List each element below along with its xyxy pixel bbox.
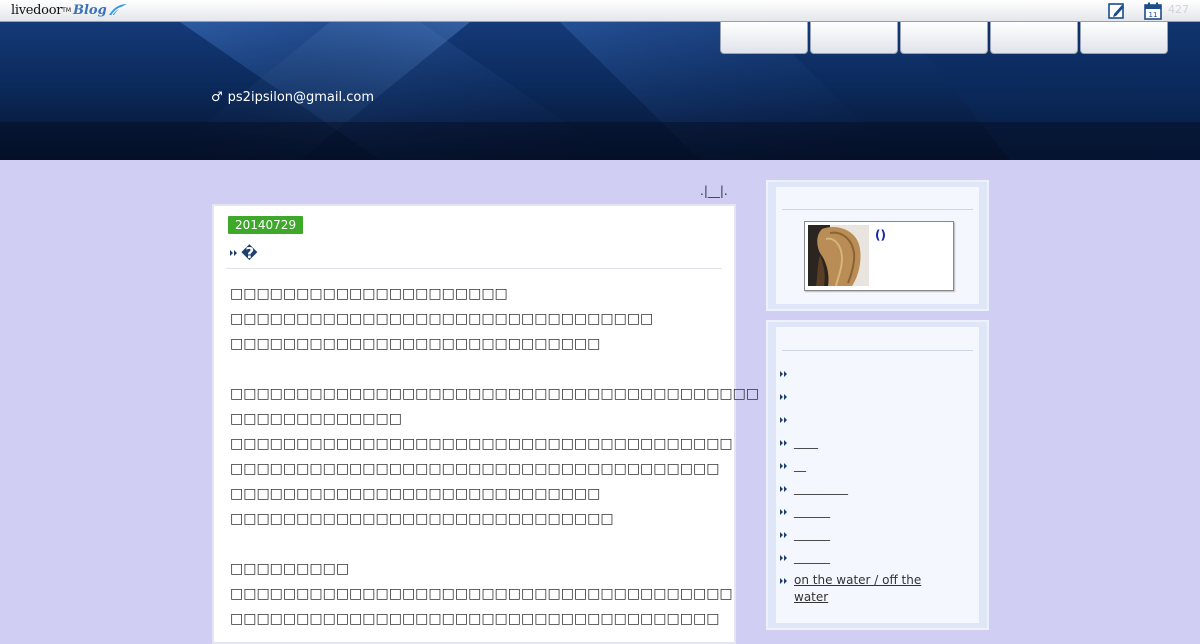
- list-item: ______: [780, 549, 1020, 572]
- sidebar-profile-inner: (): [776, 187, 979, 304]
- blog-header: ♂ ps2ipsilon@gmail.com: [0, 22, 1200, 160]
- nav-tab-4[interactable]: [990, 22, 1078, 54]
- list-item: [780, 388, 1020, 411]
- category-list: ____ __ _________ ______ ______ ______ o…: [780, 365, 1020, 612]
- author-email[interactable]: ps2ipsilon@gmail.com: [228, 90, 374, 105]
- sidebar-divider: [782, 209, 973, 210]
- logo-trademark: TM: [62, 6, 71, 14]
- category-link[interactable]: ______: [794, 503, 830, 520]
- double-chevron-icon: [780, 486, 787, 492]
- author-contact: ♂ ps2ipsilon@gmail.com: [211, 90, 374, 105]
- sidebar-categories-box: ____ __ _________ ______ ______ ______ o…: [766, 320, 989, 630]
- avatar-photo: [808, 225, 869, 286]
- double-chevron-icon: [780, 417, 787, 423]
- double-chevron-icon: [780, 371, 787, 377]
- post-body: □□□□□□□□□□□□□□□□□□□□□ □□□□□□□□□□□□□□□□□□…: [230, 282, 760, 632]
- post-body-line: □□□□□□□□□□□□□□□□□□□□□□□□□□□□□: [230, 511, 614, 527]
- list-item: _________: [780, 480, 1020, 503]
- post-body-line: □□□□□□□□□□□□□□□□□□□□□: [230, 286, 508, 302]
- logo-livedoor-text: livedoor: [11, 2, 63, 18]
- calendar-icon[interactable]: 11: [1144, 2, 1162, 20]
- double-chevron-icon: [230, 250, 237, 256]
- category-link[interactable]: __: [794, 457, 806, 474]
- category-link[interactable]: ____: [794, 434, 818, 451]
- double-chevron-icon: [780, 555, 787, 561]
- global-nav-tabs: [720, 22, 1170, 54]
- category-link[interactable]: ______: [794, 549, 830, 566]
- sidebar-profile-box: (): [766, 180, 989, 311]
- post-title-text: �: [241, 244, 258, 262]
- category-link[interactable]: on the water / off the water: [794, 572, 944, 606]
- post-body-line: □□□□□□□□□□□□□: [230, 411, 402, 427]
- post-body-line: □□□□□□□□□□□□□□□□□□□□□□□□□□□□□□□□: [230, 311, 654, 327]
- double-chevron-icon: [780, 394, 787, 400]
- sidebar-divider: [782, 350, 973, 351]
- nav-tab-3[interactable]: [900, 22, 988, 54]
- post-body-line: □□□□□□□□□□□□□□□□□□□□□□□□□□□□□□□□□□□□□□: [230, 586, 733, 602]
- nav-tab-2[interactable]: [810, 22, 898, 54]
- post-body-line: □□□□□□□□□□□□□□□□□□□□□□□□□□□□: [230, 486, 601, 502]
- list-item: [780, 365, 1020, 388]
- blog-post: 20140729 � □□□□□□□□□□□□□□□□□□□□□ □□□□□□□…: [212, 204, 760, 644]
- nav-tab-1[interactable]: [720, 22, 808, 54]
- post-body-line: □□□□□□□□□□□□□□□□□□□□□□□□□□□□□□□□□□□□□□□□: [230, 386, 760, 402]
- post-body-line: □□□□□□□□□□□□□□□□□□□□□□□□□□□□□□□□□□□□□: [230, 461, 720, 477]
- list-item: ______: [780, 526, 1020, 549]
- list-item: __: [780, 457, 1020, 480]
- category-link[interactable]: ______: [794, 526, 830, 543]
- double-chevron-icon: [780, 578, 787, 584]
- post-divider: [226, 268, 722, 269]
- male-symbol-icon: ♂: [211, 90, 223, 105]
- post-body-line: □□□□□□□□□□□□□□□□□□□□□□□□□□□□: [230, 336, 601, 352]
- edit-post-icon[interactable]: [1108, 2, 1126, 20]
- breadcrumb[interactable]: .|__|.: [700, 184, 728, 198]
- list-item: ____: [780, 434, 1020, 457]
- dolphin-swoosh-icon: [108, 4, 127, 16]
- avatar[interactable]: [808, 225, 869, 286]
- profile-name[interactable]: (): [875, 228, 886, 242]
- post-body-line: [230, 532, 730, 557]
- topbar-count: 427: [1168, 3, 1189, 16]
- list-item: on the water / off the water: [780, 572, 1020, 612]
- post-body-line: □□□□□□□□□□□□□□□□□□□□□□□□□□□□□□□□□□□□□: [230, 611, 720, 627]
- post-body-line: □□□□□□□□□□□□□□□□□□□□□□□□□□□□□□□□□□□□□□: [230, 436, 733, 452]
- livedoor-topbar: livedoor TM Blog 11 427: [0, 0, 1200, 22]
- nav-tab-5[interactable]: [1080, 22, 1168, 54]
- post-body-line: [230, 357, 730, 382]
- logo-blog-text: Blog: [73, 2, 107, 18]
- profile-card[interactable]: (): [804, 221, 954, 291]
- list-item: [780, 411, 1020, 434]
- post-date-badge: 20140729: [228, 216, 304, 234]
- double-chevron-icon: [780, 463, 787, 469]
- post-body-line: □□□□□□□□□: [230, 561, 350, 577]
- category-link[interactable]: _________: [794, 480, 848, 497]
- post-title[interactable]: �: [230, 244, 258, 262]
- livedoor-blog-logo[interactable]: livedoor TM Blog: [11, 1, 128, 19]
- svg-text:11: 11: [1149, 11, 1158, 19]
- double-chevron-icon: [780, 509, 787, 515]
- double-chevron-icon: [780, 440, 787, 446]
- double-chevron-icon: [780, 532, 787, 538]
- list-item: ______: [780, 503, 1020, 526]
